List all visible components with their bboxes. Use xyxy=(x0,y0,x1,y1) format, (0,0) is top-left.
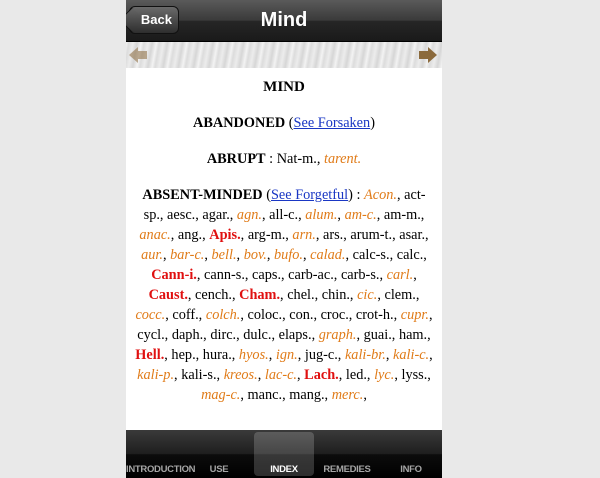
remedy-grade-2: cupr. xyxy=(400,307,429,323)
tab-label: USE xyxy=(209,464,229,475)
remedy-text: : Nat-m., xyxy=(265,151,324,167)
remedy-grade-2: agn. xyxy=(236,207,262,223)
remedy-grade-2: ign. xyxy=(275,347,298,363)
tab-info[interactable]: INFO xyxy=(380,430,442,478)
remedy-text: , cench., xyxy=(187,287,240,303)
remedy-text: , guai., ham., xyxy=(356,327,431,343)
remedy-text: , arg-m., xyxy=(240,227,293,243)
remedy-grade-3: Caust. xyxy=(148,287,188,303)
remedy-text: , xyxy=(385,347,394,363)
remedy-text: , xyxy=(337,207,345,223)
remedy-grade-2: lyc. xyxy=(374,367,395,383)
remedy-grade-3: Hell. xyxy=(135,347,165,363)
remedy-text: ( xyxy=(262,187,271,203)
tab-remedies[interactable]: REMEDIES xyxy=(316,430,378,478)
cross-reference-link[interactable]: See Forgetful xyxy=(271,187,348,203)
remedy-grade-2: bov. xyxy=(243,247,267,263)
remedy-text: , xyxy=(268,347,276,363)
next-arrow-icon[interactable] xyxy=(418,46,438,64)
remedy-grade-2: calad. xyxy=(310,247,346,263)
remedy-grade-2: am-c. xyxy=(344,207,377,223)
remedy-grade-2: cocc. xyxy=(135,307,166,323)
remedy-text: , am-m., xyxy=(376,207,425,223)
remedy-text: , ars., arum-t., asar., xyxy=(315,227,429,243)
remedy-grade-2: mag-c. xyxy=(201,387,241,403)
remedy-text: , xyxy=(257,367,265,383)
rubric-entry: ABRUPT : Nat-m., tarent. xyxy=(126,149,442,169)
remedy-grade-3: Cann-i. xyxy=(151,267,197,283)
remedy-text: , cann-s., caps., carb-ac., carb-s., xyxy=(196,267,387,283)
remedy-text: , all-c., xyxy=(261,207,306,223)
rubric-entry: ABANDONED (See Forsaken) xyxy=(126,113,442,133)
remedy-text: , clem., xyxy=(377,287,420,303)
remedy-text: , xyxy=(413,267,417,283)
remedy-text: , kali-s., xyxy=(174,367,224,383)
remedy-grade-2: graph. xyxy=(318,327,357,343)
remedy-text: , led., xyxy=(338,367,375,383)
remedy-grade-2: carl. xyxy=(386,267,414,283)
tab-use[interactable]: USE xyxy=(188,430,250,478)
remedy-grade-2: hyos. xyxy=(238,347,269,363)
remedy-text: , xyxy=(363,387,367,403)
remedy-text: , chel., chin., xyxy=(280,287,358,303)
pager-bar xyxy=(126,42,442,68)
remedy-text: , xyxy=(236,247,244,263)
tab-label: INTRODUCTION xyxy=(126,464,196,475)
remedy-grade-2: Acon. xyxy=(364,187,397,203)
remedy-text: ) xyxy=(370,115,375,131)
remedy-text: , hep., hura., xyxy=(164,347,239,363)
remedy-text: , manc., mang., xyxy=(240,387,332,403)
navigation-bar: Back Mind xyxy=(126,0,442,42)
remedy-text: , xyxy=(266,247,275,263)
rubric-title: ABANDONED xyxy=(193,115,286,131)
tab-label: INFO xyxy=(400,464,422,475)
remedy-grade-2: bufo. xyxy=(274,247,304,263)
remedy-grade-2: bar-c. xyxy=(170,247,205,263)
remedy-text: , jug-c., xyxy=(297,347,345,363)
remedy-grade-3: Cham. xyxy=(239,287,281,303)
remedy-text: ) : xyxy=(348,187,365,203)
remedy-grade-2: tarent. xyxy=(323,151,362,167)
remedy-grade-2: alum. xyxy=(305,207,338,223)
cross-reference-link[interactable]: See Forsaken xyxy=(294,115,371,131)
remedy-grade-2: colch. xyxy=(205,307,241,323)
previous-arrow-icon[interactable] xyxy=(128,46,148,64)
tab-label: INDEX xyxy=(270,464,298,475)
page-title: Mind xyxy=(260,9,308,31)
remedy-text: , xyxy=(429,347,433,363)
remedy-text: , calc-s., calc., xyxy=(345,247,427,263)
section-heading: MIND xyxy=(263,79,305,95)
remedy-grade-2: aur. xyxy=(141,247,163,263)
remedy-grade-3: Lach. xyxy=(304,367,339,383)
rubric-list: ABANDONED (See Forsaken) ABRUPT : Nat-m.,… xyxy=(126,113,442,405)
remedy-grade-2: arn. xyxy=(292,227,316,243)
remedy-text: , ang., xyxy=(170,227,210,243)
article-content: MIND ABANDONED (See Forsaken) ABRUPT : Na… xyxy=(126,68,442,430)
remedy-text: , xyxy=(204,247,212,263)
remedy-grade-2: kali-c. xyxy=(393,347,430,363)
remedy-text: , lyss., xyxy=(394,367,431,383)
remedy-text: , coloc., con., croc., crot-h., xyxy=(240,307,401,323)
remedy-grade-2: bell. xyxy=(211,247,237,263)
remedy-grade-2: kali-br. xyxy=(344,347,386,363)
remedy-grade-2: kali-p. xyxy=(137,367,175,383)
remedy-text: ( xyxy=(285,115,294,131)
tab-bar: INTRODUCTION USE INDEX REMEDIES INFO xyxy=(126,430,442,478)
tab-introduction[interactable]: INTRODUCTION xyxy=(126,430,196,478)
rubric-title: ABRUPT xyxy=(206,151,266,167)
remedy-grade-2: lac-c. xyxy=(264,367,298,383)
tab-index[interactable]: INDEX xyxy=(254,432,314,476)
remedy-grade-2: kreos. xyxy=(223,367,258,383)
remedy-grade-2: anac. xyxy=(139,227,171,243)
rubric-entry: ABSENT-MINDED (See Forgetful) : Acon., a… xyxy=(126,185,442,405)
remedy-text: , coff., xyxy=(165,307,206,323)
remedy-grade-2: merc. xyxy=(331,387,364,403)
remedy-grade-3: Apis. xyxy=(209,227,241,243)
tab-label: REMEDIES xyxy=(323,464,371,475)
rubric-title: ABSENT-MINDED xyxy=(142,187,263,203)
app-screen: Back Mind MIND ABANDONED (See Forsaken) A… xyxy=(126,0,442,478)
remedy-grade-2: cic. xyxy=(357,287,378,303)
